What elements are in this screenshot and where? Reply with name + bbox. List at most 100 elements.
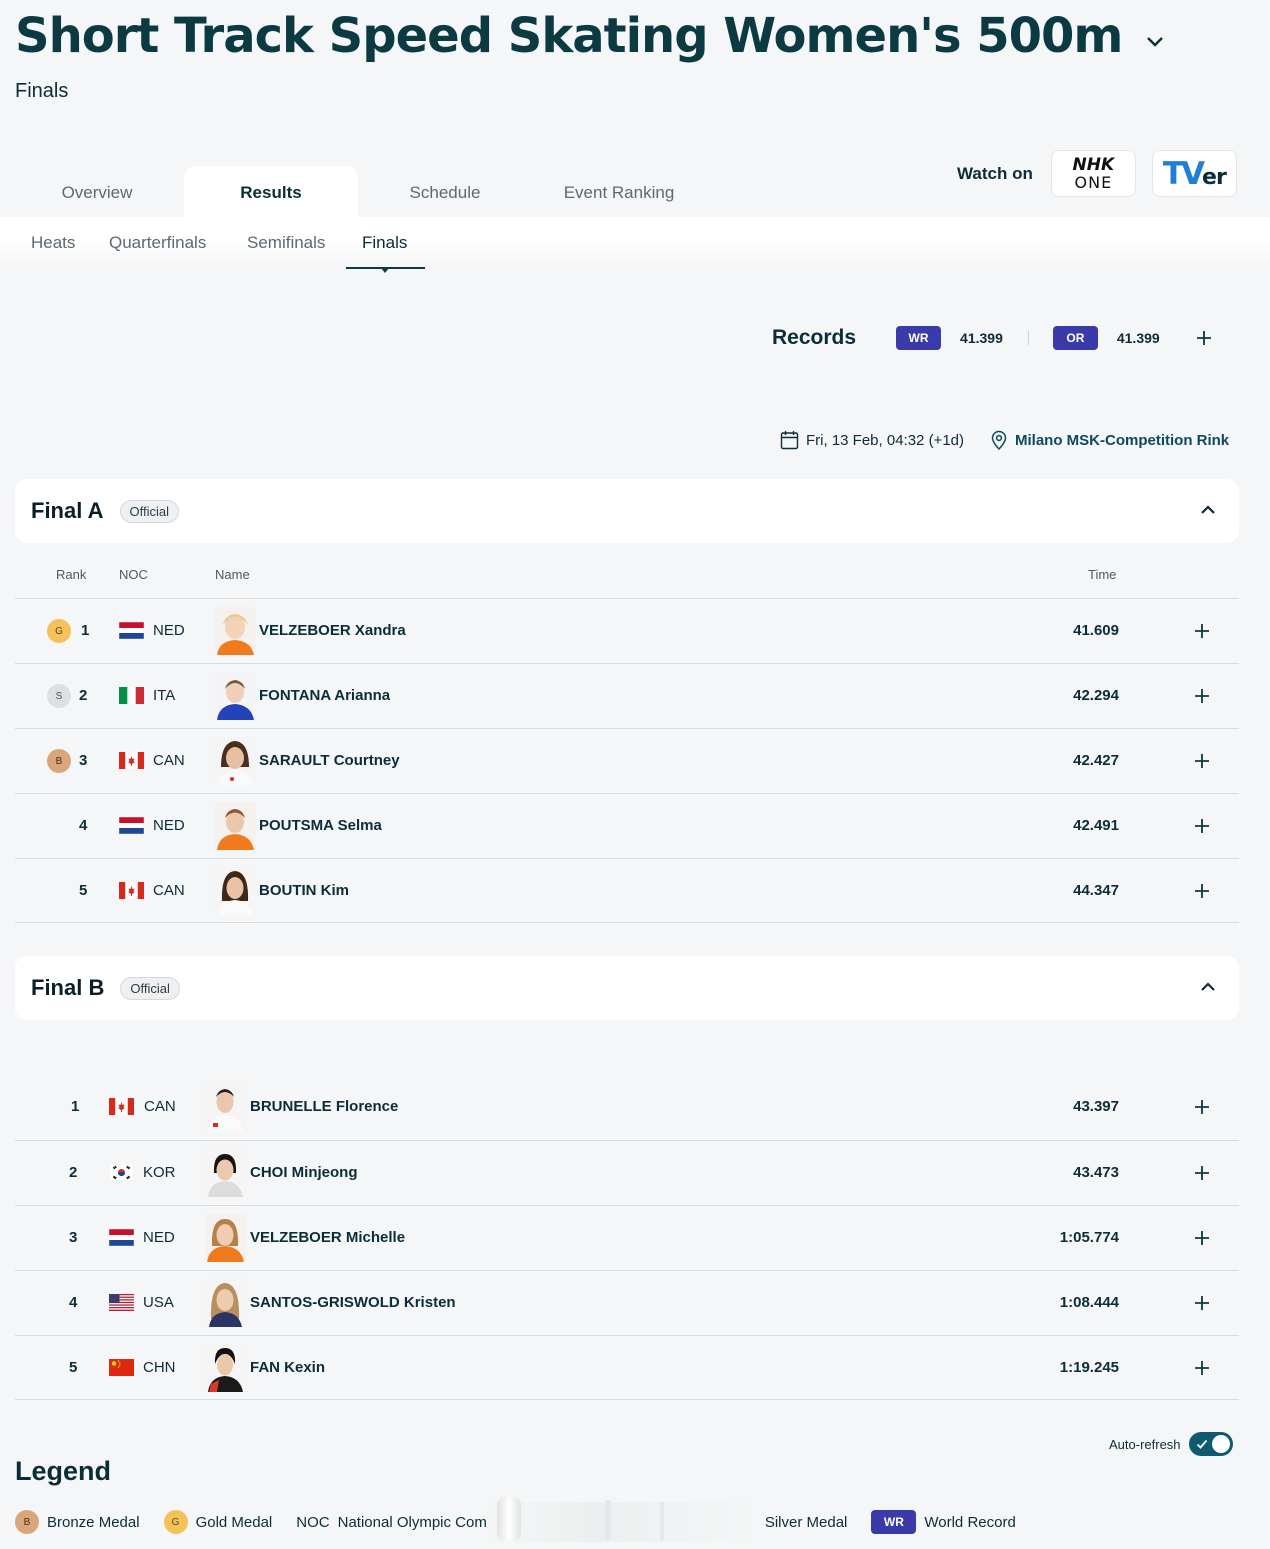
table-row[interactable]: G 1 NED VELZEBOER Xandra 41.609 (15, 598, 1239, 663)
final-a-header[interactable]: Final A Official (15, 479, 1239, 543)
athlete-name[interactable]: FONTANA Arianna (259, 687, 390, 704)
legend-gold-label: Gold Medal (195, 1513, 273, 1531)
expand-records-plus-icon[interactable] (1196, 330, 1212, 346)
legend-bronze-label: Bronze Medal (47, 1513, 140, 1531)
flag-ned-icon (119, 817, 144, 834)
tver-logo-small: er (1202, 164, 1227, 190)
result-time: 1:08.444 (1059, 1294, 1119, 1311)
legend-obscured-region (486, 1497, 757, 1542)
table-row[interactable]: 1 CAN BRUNELLE Florence 43.397 (15, 1075, 1239, 1140)
expand-row-plus-icon[interactable] (1194, 623, 1210, 639)
expand-row-plus-icon[interactable] (1194, 1165, 1210, 1181)
tab-overview[interactable]: Overview (10, 166, 184, 217)
records-bar: Records WR 41.399 OR 41.399 (772, 322, 1212, 354)
legend-noc-label: National Olympic Com (337, 1513, 487, 1531)
table-row[interactable]: 5 CAN BOUTIN Kim 44.347 (15, 858, 1239, 923)
result-time: 43.473 (1073, 1164, 1119, 1181)
expand-row-plus-icon[interactable] (1194, 883, 1210, 899)
result-time: 42.294 (1073, 687, 1119, 704)
flag-ned-icon (109, 1229, 134, 1246)
rank: 1 (71, 1098, 80, 1115)
athlete-name[interactable]: BOUTIN Kim (259, 882, 349, 899)
expand-row-plus-icon[interactable] (1194, 818, 1210, 834)
silver-medal-icon: S (47, 684, 71, 708)
final-b-header[interactable]: Final B Official (15, 956, 1239, 1020)
table-row[interactable]: 5 CHN FAN Kexin 1:19.245 (15, 1335, 1239, 1400)
expand-row-plus-icon[interactable] (1194, 1230, 1210, 1246)
page-title: Short Track Speed Skating Women's 500m (15, 8, 1123, 64)
rank: 5 (79, 882, 88, 899)
result-time: 44.347 (1073, 882, 1119, 899)
athlete-photo (215, 802, 256, 850)
noc: NED (143, 1229, 175, 1246)
noc: CAN (153, 882, 185, 899)
noc: CAN (144, 1098, 176, 1115)
expand-row-plus-icon[interactable] (1194, 688, 1210, 704)
calendar-icon (780, 431, 799, 450)
result-time: 1:19.245 (1059, 1359, 1119, 1376)
session-venue[interactable]: Milano MSK-Competition Rink (1015, 432, 1229, 449)
nhk-one-button[interactable]: NHK ONE (1050, 150, 1136, 197)
location-pin-icon (991, 430, 1007, 450)
legend-noc-abbr: NOC (296, 1513, 330, 1531)
active-subtab-caret (381, 268, 389, 273)
nhk-one-logo: NHK ONE (1072, 154, 1115, 191)
athlete-photo (215, 607, 256, 655)
bronze-medal-icon: B (47, 749, 71, 773)
subtab-finals[interactable]: Finals (362, 233, 407, 253)
table-row[interactable]: 3 NED VELZEBOER Michelle 1:05.774 (15, 1205, 1239, 1270)
athlete-photo (205, 1083, 246, 1131)
flag-can-icon (119, 882, 144, 899)
athlete-name[interactable]: FAN Kexin (250, 1359, 325, 1376)
tab-results[interactable]: Results (184, 166, 358, 217)
athlete-name[interactable]: SARAULT Courtney (259, 752, 400, 769)
athlete-photo (205, 1344, 246, 1392)
expand-row-plus-icon[interactable] (1194, 1099, 1210, 1115)
or-value: 41.399 (1116, 330, 1160, 346)
status-badge: Official (119, 499, 180, 523)
table-row[interactable]: 2 KOR CHOI Minjeong 43.473 (15, 1140, 1239, 1205)
flag-can-icon (109, 1098, 134, 1115)
rank: 3 (79, 752, 88, 769)
result-time: 43.397 (1073, 1098, 1119, 1115)
auto-refresh-label: Auto-refresh (1109, 1436, 1181, 1452)
auto-refresh-toggle[interactable] (1188, 1432, 1233, 1456)
subtab-semifinals[interactable]: Semifinals (247, 233, 325, 253)
chevron-down-icon[interactable] (1144, 30, 1166, 52)
athlete-name[interactable]: VELZEBOER Xandra (259, 622, 406, 639)
athlete-name[interactable]: SANTOS-GRISWOLD Kristen (250, 1294, 456, 1311)
rank: 4 (79, 817, 88, 834)
athlete-name[interactable]: VELZEBOER Michelle (250, 1229, 405, 1246)
athlete-name[interactable]: POUTSMA Selma (259, 817, 382, 834)
rank: 4 (69, 1294, 78, 1311)
athlete-name[interactable]: CHOI Minjeong (250, 1164, 358, 1181)
toggle-knob (1211, 1435, 1230, 1453)
records-label: Records (772, 326, 857, 349)
noc: NED (153, 817, 185, 834)
tver-button[interactable]: TVer (1151, 150, 1237, 197)
auto-refresh: Auto-refresh (1109, 1432, 1233, 1456)
table-row[interactable]: B 3 CAN SARAULT Courtney 42.427 (15, 728, 1239, 793)
expand-row-plus-icon[interactable] (1194, 1360, 1210, 1376)
table-row[interactable]: 4 NED POUTSMA Selma 42.491 (15, 793, 1239, 858)
rank: 2 (79, 687, 88, 704)
athlete-name[interactable]: BRUNELLE Florence (250, 1098, 398, 1115)
subtab-quarterfinals[interactable]: Quarterfinals (109, 233, 206, 253)
status-badge: Official (120, 976, 180, 1000)
tab-schedule[interactable]: Schedule (358, 166, 532, 217)
chevron-up-icon[interactable] (1199, 501, 1217, 519)
table-row[interactable]: S 2 ITA FONTANA Arianna 42.294 (15, 663, 1239, 728)
or-badge: OR (1052, 326, 1098, 350)
expand-row-plus-icon[interactable] (1194, 1295, 1210, 1311)
nhk-logo-line1: NHK (1072, 154, 1115, 175)
subtab-heats[interactable]: Heats (31, 233, 75, 253)
expand-row-plus-icon[interactable] (1194, 753, 1210, 769)
table-row[interactable]: 4 USA SANTOS-GRISWOLD Kristen 1:08.444 (15, 1270, 1239, 1335)
result-time: 1:05.774 (1059, 1229, 1119, 1246)
chevron-up-icon[interactable] (1199, 978, 1217, 996)
col-time: Time (1088, 567, 1117, 582)
tab-event-ranking[interactable]: Event Ranking (532, 166, 706, 217)
col-noc: NOC (119, 567, 148, 582)
bronze-medal-icon: B (15, 1510, 39, 1534)
legend-title: Legend (15, 1456, 112, 1486)
